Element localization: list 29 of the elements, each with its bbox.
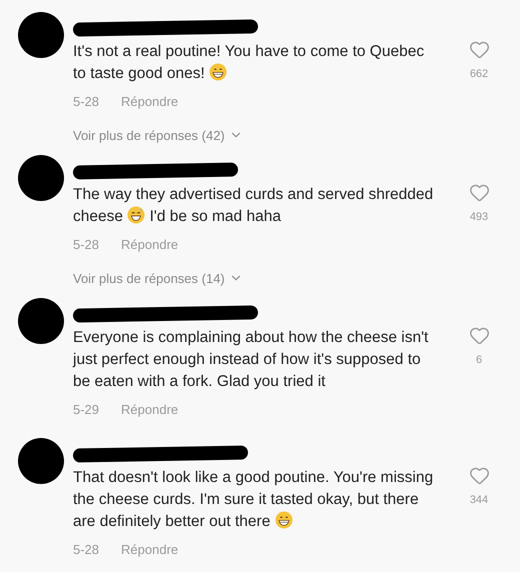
comment-text: It's not a real poutine! You have to come to Quebec to taste good ones! <box>73 42 426 84</box>
reply-button[interactable]: Répondre <box>121 540 178 559</box>
more-replies-link[interactable]: Voir plus de réponses (42) <box>73 126 243 145</box>
more-replies-link[interactable]: Voir plus de réponses (14) <box>73 268 243 288</box>
like-icon[interactable] <box>468 182 490 203</box>
avatar[interactable] <box>18 298 64 344</box>
like-icon[interactable] <box>468 325 490 346</box>
comment-date: 5-28 <box>73 236 100 254</box>
avatar[interactable] <box>18 438 64 484</box>
grinning-face-icon <box>209 63 228 81</box>
comment-text: The way they advertised curds and served shredded cheese I'd be so mad haha <box>73 185 434 227</box>
like-count: 662 <box>470 67 488 82</box>
reply-button[interactable]: Répondre <box>121 235 178 254</box>
sweat-smile-icon <box>127 206 146 224</box>
comment-date: 5-28 <box>73 93 100 111</box>
comment-date: 5-29 <box>73 401 100 419</box>
reply-button[interactable]: Répondre <box>121 400 178 420</box>
avatar[interactable] <box>18 12 64 58</box>
comment-text: That doesn't look like a good poutine. You're missing the cheese curds. I'm sure it tasted okay, but there are definitely better out there <box>73 468 434 532</box>
comment-text: Everyone is complaining about how the cheese isn't just perfect enough instead of how it's supposed to be eaten with a fork. Glad you tried it <box>73 328 430 392</box>
avatar[interactable] <box>18 155 64 201</box>
like-count: 493 <box>470 210 488 225</box>
reply-button[interactable]: Répondre <box>121 92 178 112</box>
like-count: 6 <box>476 353 482 368</box>
like-icon[interactable] <box>468 39 490 60</box>
comment-date: 5-28 <box>73 540 100 558</box>
grinning-face-icon <box>274 510 293 528</box>
like-icon[interactable] <box>468 464 490 486</box>
like-count: 344 <box>470 492 488 508</box>
